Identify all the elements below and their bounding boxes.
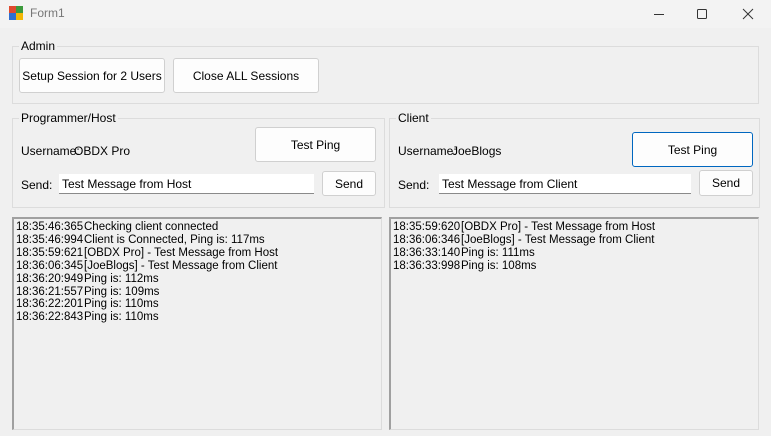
list-item[interactable]: 18:36:33:140Ping is: 111ms (393, 247, 756, 260)
list-item[interactable]: 18:36:21:557Ping is: 109ms (16, 286, 379, 299)
list-item[interactable]: 18:36:06:345[JoeBlogs] - Test Message fr… (16, 260, 379, 273)
list-item[interactable]: 18:35:46:365Checking client connected (16, 221, 379, 234)
host-message-input[interactable] (59, 174, 314, 194)
close-button[interactable] (725, 0, 771, 28)
client-message-input[interactable] (439, 174, 691, 194)
client-test-ping-button[interactable]: Test Ping (632, 132, 753, 167)
minimize-icon (654, 14, 664, 15)
maximize-button[interactable] (679, 0, 725, 28)
list-item[interactable]: 18:36:22:843Ping is: 110ms (16, 311, 379, 324)
admin-legend: Admin (21, 39, 56, 53)
client-username-value: JoeBlogs (452, 144, 502, 158)
list-item[interactable]: 18:35:59:620[OBDX Pro] - Test Message fr… (393, 221, 756, 234)
list-item[interactable]: 18:35:46:994Client is Connected, Ping is… (16, 234, 379, 247)
host-legend: Programmer/Host (21, 111, 116, 125)
client-legend: Client (398, 111, 429, 125)
window-title: Form1 (30, 6, 65, 20)
list-item[interactable]: 18:35:59:621[OBDX Pro] - Test Message fr… (16, 247, 379, 260)
maximize-icon (697, 9, 707, 19)
app-icon (9, 6, 23, 20)
list-item[interactable]: 18:36:22:201Ping is: 110ms (16, 298, 379, 311)
host-send-button[interactable]: Send (322, 171, 376, 196)
client-username-label: Username: (398, 144, 457, 158)
host-username-value: OBDX Pro (74, 144, 131, 158)
client-send-label: Send: (398, 178, 430, 192)
host-test-ping-button[interactable]: Test Ping (255, 127, 376, 162)
list-item[interactable]: 18:36:06:346[JoeBlogs] - Test Message fr… (393, 234, 756, 247)
setup-session-button[interactable]: Setup Session for 2 Users (19, 58, 165, 93)
host-send-label: Send: (21, 178, 53, 192)
minimize-button[interactable] (636, 0, 682, 28)
close-icon (742, 8, 754, 20)
close-all-sessions-button[interactable]: Close ALL Sessions (173, 58, 319, 93)
title-bar[interactable]: Form1 (0, 0, 771, 28)
host-log-list[interactable]: 18:35:46:365Checking client connected 18… (12, 217, 382, 430)
list-item[interactable]: 18:36:33:998Ping is: 108ms (393, 260, 756, 273)
host-username-label: Username: (21, 144, 80, 158)
list-item[interactable]: 18:36:20:949Ping is: 112ms (16, 273, 379, 286)
client-send-button[interactable]: Send (699, 170, 753, 196)
client-log-list[interactable]: 18:35:59:620[OBDX Pro] - Test Message fr… (389, 217, 759, 430)
